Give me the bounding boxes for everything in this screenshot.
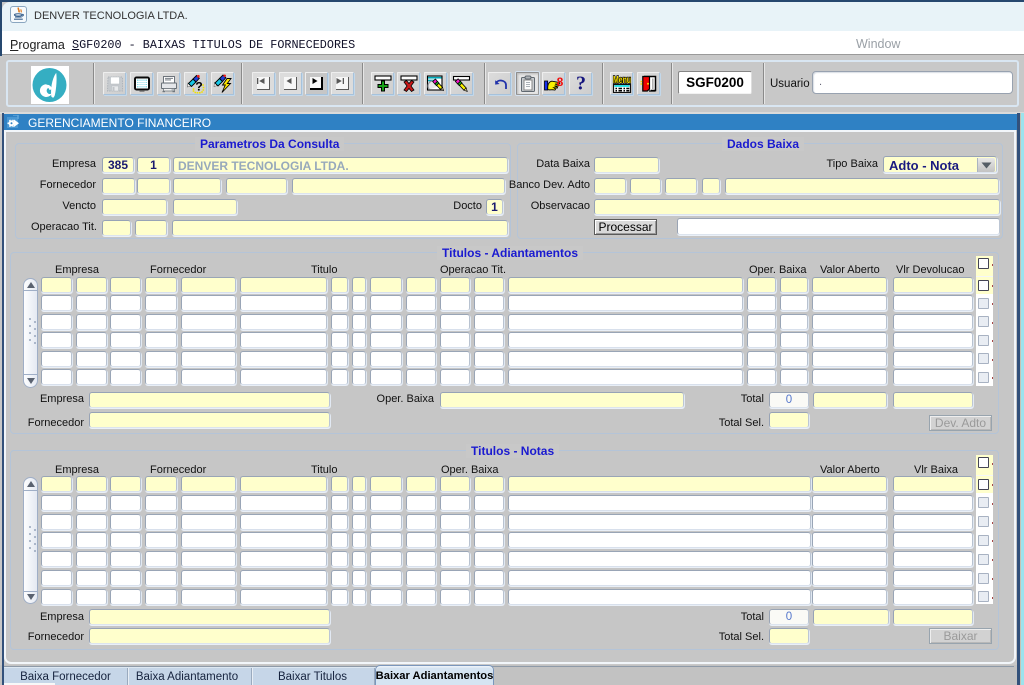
svg-text:?: ? [576, 74, 586, 94]
svg-text:8: 8 [556, 75, 563, 89]
